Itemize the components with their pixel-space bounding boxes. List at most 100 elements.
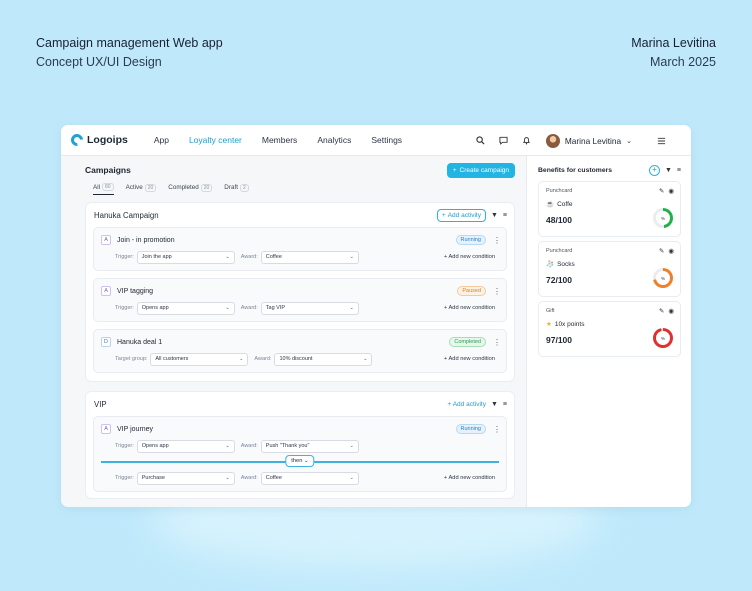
- sort-icon[interactable]: ≡: [677, 167, 681, 174]
- filter-icon[interactable]: ▼: [491, 401, 498, 408]
- activity-name: Hanuka deal 1: [117, 338, 163, 346]
- caption-right: Marina Levitina March 2025: [631, 34, 716, 72]
- add-new-condition-button[interactable]: + Add new condition: [444, 254, 499, 260]
- caption-subtitle: Concept UX/UI Design: [36, 55, 162, 69]
- select-value: Tag VIP: [265, 305, 286, 311]
- benefit-actions: ✎ ◉: [659, 247, 674, 255]
- benefit-card[interactable]: Punchcard ☕ Coffe 48/100 ✎ ◉ %: [538, 181, 681, 237]
- filter-icon[interactable]: ▼: [491, 212, 498, 219]
- tab-count: 20: [200, 183, 213, 192]
- tab-completed[interactable]: Completed 20: [168, 183, 213, 195]
- add-new-condition-button[interactable]: + Add new condition: [444, 305, 499, 311]
- add-benefit-button[interactable]: +: [648, 164, 660, 176]
- chevron-down-icon: ⌄: [225, 305, 230, 311]
- more-options-icon[interactable]: ⋮: [493, 236, 501, 245]
- add-condition-label: Add new condition: [448, 356, 495, 362]
- page-title: Campaigns: [85, 165, 131, 175]
- tab-all[interactable]: All 80: [93, 183, 114, 195]
- chevron-down-icon: ⌄: [349, 254, 354, 260]
- status-badge: Paused: [457, 286, 486, 296]
- user-name: Marina Levitina: [564, 135, 622, 146]
- award-select[interactable]: 10% discount ⌄: [274, 352, 373, 366]
- nav-item-loyalty-center[interactable]: Loyalty center: [189, 135, 242, 145]
- edit-icon[interactable]: ✎: [659, 307, 664, 315]
- search-icon[interactable]: [475, 135, 486, 146]
- then-select[interactable]: then ⌄: [285, 455, 315, 467]
- trigger-label: Trigger:: [115, 305, 134, 311]
- more-options-icon[interactable]: ⋮: [493, 287, 501, 296]
- award-label: Award:: [240, 305, 258, 311]
- sort-icon[interactable]: ≡: [503, 212, 507, 219]
- select-value: 10% discount: [279, 356, 313, 362]
- campaign-title: Hanuka Campaign: [94, 210, 159, 220]
- activity-card[interactable]: D Hanuka deal 1 Completed ⋮ Target group…: [93, 329, 507, 373]
- user-menu[interactable]: Marina Levitina ⌄: [545, 133, 632, 148]
- more-options-icon[interactable]: ⋮: [493, 425, 501, 434]
- plus-icon: +: [441, 211, 446, 219]
- chat-icon[interactable]: [498, 135, 509, 146]
- nav-item-app[interactable]: App: [154, 135, 169, 145]
- coffee-icon: ☕: [546, 201, 555, 208]
- top-bar: Logoips App Loyalty center Members Analy…: [61, 125, 691, 156]
- chevron-down-icon: ⌄: [225, 443, 230, 449]
- progress-ring-label: %: [656, 331, 670, 345]
- socks-icon: 🧦: [546, 261, 555, 268]
- activity-header: A VIP journey Running ⋮: [101, 421, 501, 437]
- more-options-icon[interactable]: ⋮: [493, 338, 501, 347]
- tab-active[interactable]: Active 20: [126, 183, 157, 195]
- trigger-select[interactable]: Opens app ⌄: [136, 439, 235, 453]
- benefit-name-row: ☕ Coffe: [546, 200, 674, 209]
- trigger-select[interactable]: Join the app ⌄: [136, 250, 235, 264]
- add-activity-label: Add activity: [452, 400, 486, 408]
- activity-type-badge: A: [101, 235, 111, 245]
- trigger-select[interactable]: Opens app ⌄: [136, 301, 235, 315]
- benefit-name: Socks: [557, 260, 575, 268]
- nav-item-settings[interactable]: Settings: [371, 135, 402, 145]
- activity-name: VIP tagging: [117, 287, 154, 295]
- activity-card[interactable]: A VIP tagging Paused ⋮ Trigger: Opens ap…: [93, 278, 507, 322]
- then-connector: then ⌄: [94, 455, 506, 469]
- create-campaign-button[interactable]: + Create campaign: [446, 162, 515, 178]
- benefit-card[interactable]: Gift ★ 10x points 97/100 ✎ ◉ %: [538, 301, 681, 357]
- award-select[interactable]: Coffee ⌄: [260, 471, 359, 485]
- chevron-down-icon: ⌄: [225, 475, 230, 481]
- award-select[interactable]: Tag VIP ⌄: [260, 301, 359, 315]
- eye-icon[interactable]: ◉: [668, 307, 674, 315]
- tab-draft[interactable]: Draft 2: [224, 183, 249, 195]
- activity-card[interactable]: A Join - in promotion Running ⋮ Trigger:…: [93, 227, 507, 271]
- hamburger-menu-icon[interactable]: [656, 135, 667, 146]
- status-badge: Completed: [449, 337, 486, 347]
- filter-icon[interactable]: ▼: [665, 167, 672, 174]
- activity-card[interactable]: A VIP journey Running ⋮ Trigger: Opens a…: [93, 416, 507, 492]
- condition-row: Trigger: Opens app ⌄ Award: Tag VIP ⌄ + Ad…: [101, 301, 499, 315]
- eye-icon[interactable]: ◉: [668, 187, 674, 195]
- select-value: Opens app: [141, 305, 169, 311]
- add-activity-button[interactable]: + Add activity: [447, 401, 486, 408]
- award-select[interactable]: Push "Thank you" ⌄: [260, 439, 359, 453]
- sort-icon[interactable]: ≡: [503, 401, 507, 408]
- edit-icon[interactable]: ✎: [659, 247, 664, 255]
- add-new-condition-button[interactable]: + Add new condition: [444, 475, 499, 481]
- award-select[interactable]: Coffee ⌄: [260, 250, 359, 264]
- target-group-select[interactable]: All customers ⌄: [150, 352, 249, 366]
- select-value: All customers: [155, 356, 189, 362]
- nav-item-members[interactable]: Members: [262, 135, 297, 145]
- add-new-condition-button[interactable]: + Add new condition: [444, 356, 499, 362]
- add-activity-label: Add activity: [447, 211, 481, 219]
- eye-icon[interactable]: ◉: [668, 247, 674, 255]
- logo[interactable]: Logoips: [68, 131, 128, 149]
- trigger-select[interactable]: Purchase ⌄: [136, 471, 235, 485]
- add-activity-button[interactable]: + Add activity: [436, 208, 486, 222]
- edit-icon[interactable]: ✎: [659, 187, 664, 195]
- bell-icon[interactable]: [521, 135, 532, 146]
- benefit-card[interactable]: Punchcard 🧦 Socks 72/100 ✎ ◉ %: [538, 241, 681, 297]
- avatar: [545, 133, 560, 148]
- chevron-down-icon: ⌄: [626, 137, 632, 145]
- progress-ring: %: [653, 208, 673, 228]
- caption-author: Marina Levitina: [631, 36, 716, 50]
- trigger-label: Trigger:: [115, 475, 134, 481]
- activity-name: Join - in promotion: [117, 236, 175, 244]
- nav-item-analytics[interactable]: Analytics: [317, 135, 351, 145]
- benefit-name: Coffe: [557, 200, 573, 208]
- topbar-actions: Marina Levitina ⌄: [475, 125, 667, 156]
